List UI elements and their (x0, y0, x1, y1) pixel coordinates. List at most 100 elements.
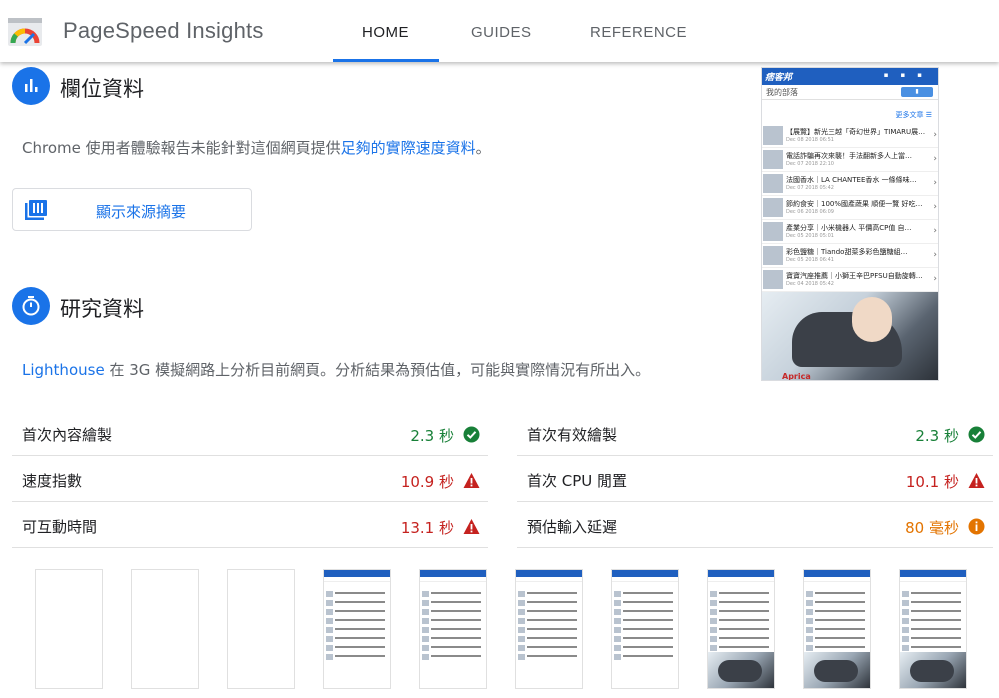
lab-data-section-icon (12, 287, 50, 325)
frame-article-row (710, 599, 774, 607)
metric-label: 首次 CPU 閒置 (527, 472, 628, 490)
frame-article-thumb (518, 618, 525, 624)
frame-article-row (326, 608, 390, 616)
show-origin-summary-button[interactable]: 顯示來源摘要 (12, 188, 252, 231)
frame-article-row (614, 635, 678, 643)
frame-article-text (719, 637, 769, 639)
frame-article-text (719, 610, 769, 612)
frame-article-thumb (422, 609, 429, 615)
tab-reference[interactable]: REFERENCE (590, 24, 687, 41)
frame-article-text (911, 592, 961, 594)
frame-article-text (431, 592, 481, 594)
metric-label: 首次有效繪製 (527, 426, 618, 444)
frame-article-text (335, 637, 385, 639)
frame-ad-image (900, 652, 966, 688)
article-date: Dec 07 2018 22:10 (786, 161, 834, 167)
frame-article-text (527, 592, 577, 594)
frame-article-row (518, 653, 582, 661)
frame-article-thumb (518, 654, 525, 660)
frame-article-row (422, 635, 486, 643)
show-origin-summary-label: 顯示來源摘要 (96, 203, 187, 221)
frame-article-row (518, 644, 582, 652)
filmstrip-frame (323, 569, 391, 689)
app-title[interactable]: PageSpeed Insights (63, 18, 264, 44)
metric-value: 13.1 秒 (400, 519, 454, 537)
tab-guides[interactable]: GUIDES (471, 24, 532, 41)
sufficient-data-link[interactable]: 足夠的實際速度資料 (341, 139, 476, 157)
frame-article-text (335, 646, 385, 648)
frame-article-row (806, 635, 870, 643)
metric-label: 預估輸入延遲 (527, 518, 618, 536)
frame-article-thumb (710, 627, 717, 633)
metric-value: 10.1 秒 (905, 473, 959, 491)
article-date: Dec 07 2018 05:42 (786, 185, 834, 191)
frame-article-text (527, 646, 577, 648)
article-date: Dec 06 2018 06:09 (786, 209, 834, 215)
lighthouse-link[interactable]: Lighthouse (22, 361, 105, 379)
frame-article-thumb (902, 600, 909, 606)
frame-article-text (623, 601, 673, 603)
frame-article-text (719, 646, 769, 648)
metric-time-to-interactive: 可互動時間 13.1 秒 (12, 502, 488, 548)
lab-data-description: Lighthouse 在 3G 模擬網路上分析目前網頁。分析結果為預估值，可能與… (22, 359, 650, 380)
filmstrip-frame (899, 569, 967, 689)
frame-article-text (623, 646, 673, 648)
screenshot-subbar: 我的部落 ▮ (762, 85, 938, 100)
frame-article-thumb (518, 645, 525, 651)
frame-article-thumb (710, 591, 717, 597)
frame-article-row (710, 644, 774, 652)
article-thumbnail (763, 246, 783, 265)
frame-article-thumb (518, 627, 525, 633)
frame-article-thumb (326, 618, 333, 624)
frame-article-thumb (614, 591, 621, 597)
frame-article-text (431, 637, 481, 639)
article-date: Dec 05 2018 06:41 (786, 257, 834, 263)
frame-article-row (614, 653, 678, 661)
chevron-right-icon: › (933, 226, 937, 236)
frame-ad-image (708, 652, 774, 688)
screenshot-article: 【展覽】新光三越「奇幻世界」TIMARU展… Dec 08 2018 06:51… (762, 124, 938, 148)
frame-article-thumb (614, 627, 621, 633)
warning-triangle-icon (463, 519, 480, 534)
article-thumbnail (763, 198, 783, 217)
screenshot-more-link: 更多文章 ☰ (895, 111, 932, 119)
frame-subbar (612, 577, 678, 582)
frame-article-thumb (614, 609, 621, 615)
library-icon (25, 200, 47, 220)
filmstrip-frame (35, 569, 103, 689)
frame-article-text (719, 619, 769, 621)
frame-article-thumb (326, 636, 333, 642)
frame-article-text (815, 646, 865, 648)
tab-home[interactable]: HOME (362, 24, 409, 41)
frame-article-row (902, 608, 966, 616)
frame-article-text (527, 628, 577, 630)
metric-value: 80 毫秒 (905, 519, 959, 537)
article-thumbnail (763, 126, 783, 145)
frame-article-thumb (614, 636, 621, 642)
frame-article-text (815, 637, 865, 639)
frame-article-row (326, 590, 390, 598)
frame-article-text (431, 610, 481, 612)
frame-article-text (527, 619, 577, 621)
frame-article-row (614, 644, 678, 652)
frame-article-thumb (902, 636, 909, 642)
frame-subbar (804, 577, 870, 582)
frame-article-text (815, 610, 865, 612)
article-thumbnail (763, 222, 783, 241)
frame-article-thumb (902, 618, 909, 624)
frame-article-row (326, 644, 390, 652)
frame-article-row (710, 608, 774, 616)
frame-article-row (806, 617, 870, 625)
pagespeed-logo-icon[interactable] (7, 17, 43, 47)
frame-ad-car (910, 660, 954, 682)
frame-article-row (902, 626, 966, 634)
frame-article-row (326, 635, 390, 643)
check-circle-icon (463, 426, 480, 443)
chevron-right-icon: › (933, 178, 937, 188)
frame-article-text (431, 601, 481, 603)
warning-triangle-icon (463, 473, 480, 488)
lab-data-title: 研究資料 (60, 297, 144, 321)
frame-article-thumb (806, 600, 813, 606)
ad-brand-text: Aprica (782, 372, 811, 381)
frame-article-text (911, 601, 961, 603)
